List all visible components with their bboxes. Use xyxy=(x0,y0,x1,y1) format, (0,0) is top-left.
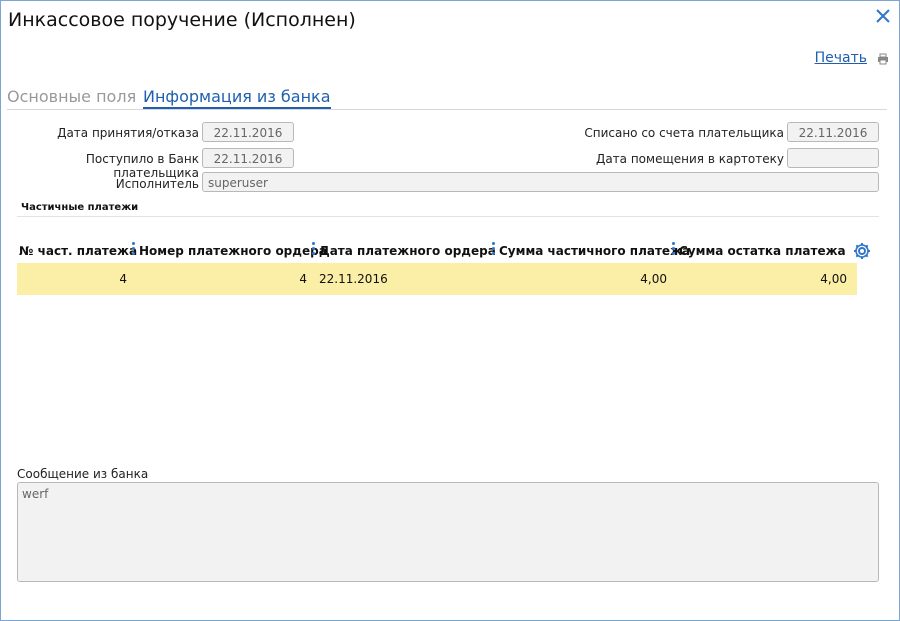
accept-date-label: Дата принятия/отказа xyxy=(57,126,199,140)
cell-remaining-amount: 4,00 xyxy=(820,272,847,286)
bank-message-label: Сообщение из банка xyxy=(17,467,149,481)
printer-icon[interactable] xyxy=(877,53,889,65)
executor-field[interactable]: superuser xyxy=(202,172,879,192)
received-label: Поступило в Банк плательщика xyxy=(85,152,199,180)
cell-order-number: 4 xyxy=(299,272,307,286)
filing-date-field[interactable] xyxy=(787,148,879,168)
tab-bank-info[interactable]: Информация из банка xyxy=(143,87,331,109)
partial-payments-title: Частичные платежи xyxy=(21,202,139,213)
received-date-field[interactable]: 22.11.2016 xyxy=(202,148,294,168)
cell-payment-no: 4 xyxy=(119,272,127,286)
table-row[interactable]: 4 4 22.11.2016 4,00 4,00 xyxy=(17,263,857,295)
column-header-order-number[interactable]: Номер платежного ордера xyxy=(139,244,327,258)
column-header-order-date[interactable]: Дата платежного ордера xyxy=(319,244,496,258)
debited-label: Списано со счета плательщика xyxy=(584,126,784,140)
column-resize-handle[interactable] xyxy=(492,242,495,258)
column-header-partial-amount[interactable]: Сумма частичного платежа xyxy=(499,244,690,258)
filing-date-label: Дата помещения в картотеку xyxy=(595,152,784,166)
column-header-remaining-amount[interactable]: Сумма остатка платежа xyxy=(679,244,846,258)
dialog-title: Инкассовое поручение (Исполнен) xyxy=(8,9,356,31)
debited-date-field[interactable]: 22.11.2016 xyxy=(787,122,879,142)
column-resize-handle[interactable] xyxy=(312,242,315,258)
column-resize-handle[interactable] xyxy=(672,242,675,258)
dialog-window: Инкассовое поручение (Исполнен) Печать О… xyxy=(0,0,900,621)
section-divider xyxy=(17,216,879,217)
accept-date-field[interactable]: 22.11.2016 xyxy=(202,122,294,142)
print-link[interactable]: Печать xyxy=(815,50,867,66)
close-icon[interactable] xyxy=(873,6,893,26)
tab-main-fields[interactable]: Основные поля xyxy=(7,87,136,106)
executor-label: Исполнитель xyxy=(115,177,199,191)
cell-order-date: 22.11.2016 xyxy=(319,272,388,286)
bank-message-field[interactable]: werf xyxy=(17,482,879,582)
tab-bar: Основные поля Информация из банка xyxy=(7,87,887,110)
gear-icon[interactable] xyxy=(851,241,873,261)
column-resize-handle[interactable] xyxy=(132,242,135,258)
column-header-payment-no[interactable]: № част. платежа xyxy=(19,244,137,258)
cell-partial-amount: 4,00 xyxy=(640,272,667,286)
